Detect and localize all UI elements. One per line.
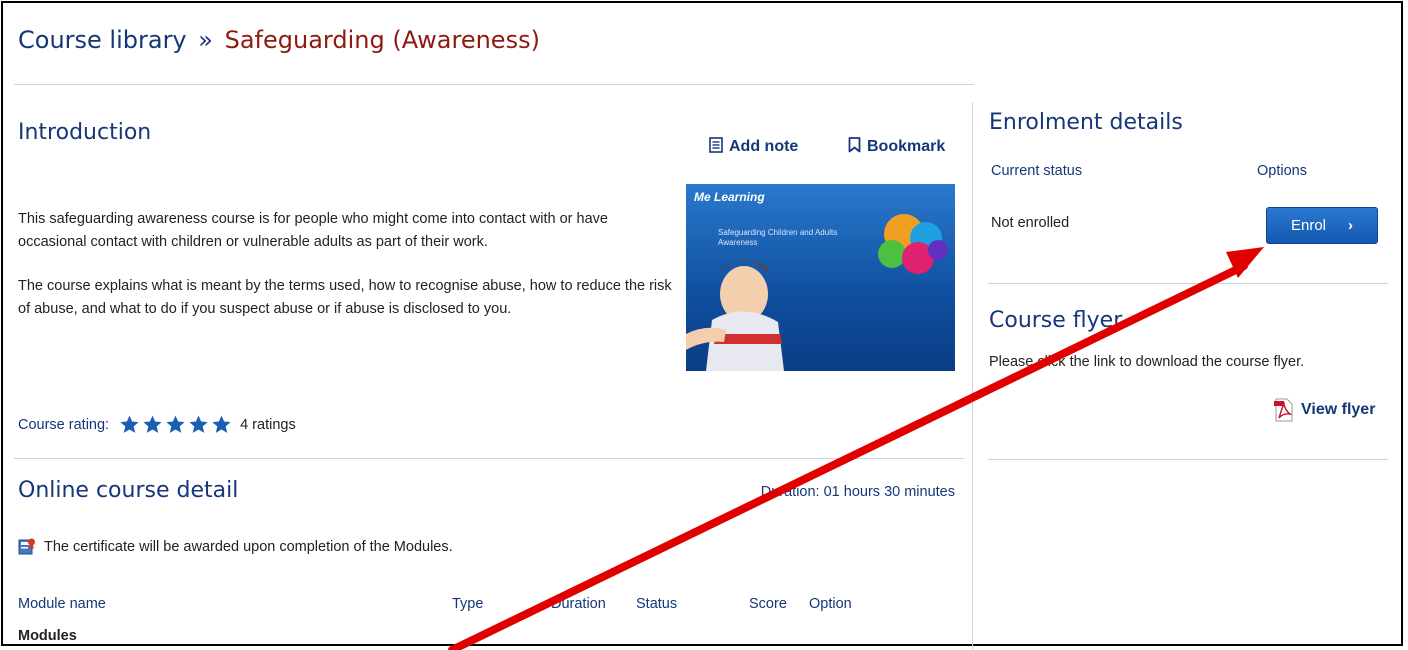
rating-count: 4 ratings (240, 416, 296, 433)
rating-stars[interactable] (119, 414, 234, 435)
course-flyer-heading: Course flyer (989, 308, 1123, 333)
add-note-label: Add note (729, 138, 799, 155)
column-header-option: Option (809, 596, 852, 612)
certificate-text: The certificate will be awarded upon com… (44, 539, 453, 555)
modules-group-label: Modules (18, 628, 77, 644)
intro-paragraph-2: The course explains what is meant by the… (18, 278, 672, 317)
intro-divider (14, 458, 964, 459)
star-icon (120, 415, 139, 433)
column-header-duration: Duration (551, 596, 606, 612)
column-header-type: Type (452, 596, 484, 612)
add-note-link[interactable]: Add note (709, 137, 798, 156)
thumbnail-illustration (686, 214, 948, 371)
bookmark-icon (848, 137, 861, 153)
view-flyer-link[interactable]: View flyer (1273, 398, 1375, 422)
rating-label: Course rating: (18, 416, 110, 433)
column-divider (972, 102, 973, 650)
introduction-heading: Introduction (18, 120, 152, 145)
note-icon (709, 137, 723, 153)
star-icon (166, 415, 185, 433)
intro-paragraph-1: This safeguarding awareness course is fo… (18, 211, 608, 250)
current-status-label: Current status (991, 163, 1083, 179)
course-thumbnail: Me Learning Safeguarding Children and Ad… (686, 184, 955, 371)
bookmark-label: Bookmark (867, 138, 946, 155)
options-label: Options (1257, 163, 1307, 179)
breadcrumb-current: Safeguarding (Awareness) (224, 26, 540, 54)
enrolment-divider (988, 283, 1388, 284)
pdf-icon (1274, 398, 1293, 422)
enrol-button[interactable]: Enrol › (1266, 207, 1378, 244)
course-duration: Duration: 01 hours 30 minutes (760, 484, 955, 500)
certificate-icon (18, 538, 35, 555)
star-icon (189, 415, 208, 433)
column-header-score: Score (749, 596, 787, 612)
star-icon (143, 415, 162, 433)
view-flyer-label: View flyer (1301, 401, 1376, 418)
star-icon (212, 415, 231, 433)
enrol-button-label: Enrol (1290, 217, 1327, 234)
breadcrumb-separator: » (198, 26, 213, 54)
course-rating: Course rating: 4 ratings (18, 414, 296, 435)
title-divider (14, 84, 974, 85)
enrolment-status: Not enrolled (991, 215, 1070, 231)
column-header-status: Status (636, 596, 678, 612)
certificate-note: The certificate will be awarded upon com… (18, 538, 453, 556)
breadcrumb: Course library » Safeguarding (Awareness… (18, 26, 540, 54)
bookmark-link[interactable]: Bookmark (848, 137, 945, 156)
chevron-right-icon: › (1348, 217, 1354, 234)
column-header-module-name: Module name (18, 596, 106, 612)
flyer-divider (988, 459, 1388, 460)
enrolment-heading: Enrolment details (989, 110, 1183, 135)
breadcrumb-parent[interactable]: Course library (18, 26, 187, 54)
flyer-description: Please click the link to download the co… (989, 354, 1305, 370)
online-course-heading: Online course detail (18, 478, 239, 503)
